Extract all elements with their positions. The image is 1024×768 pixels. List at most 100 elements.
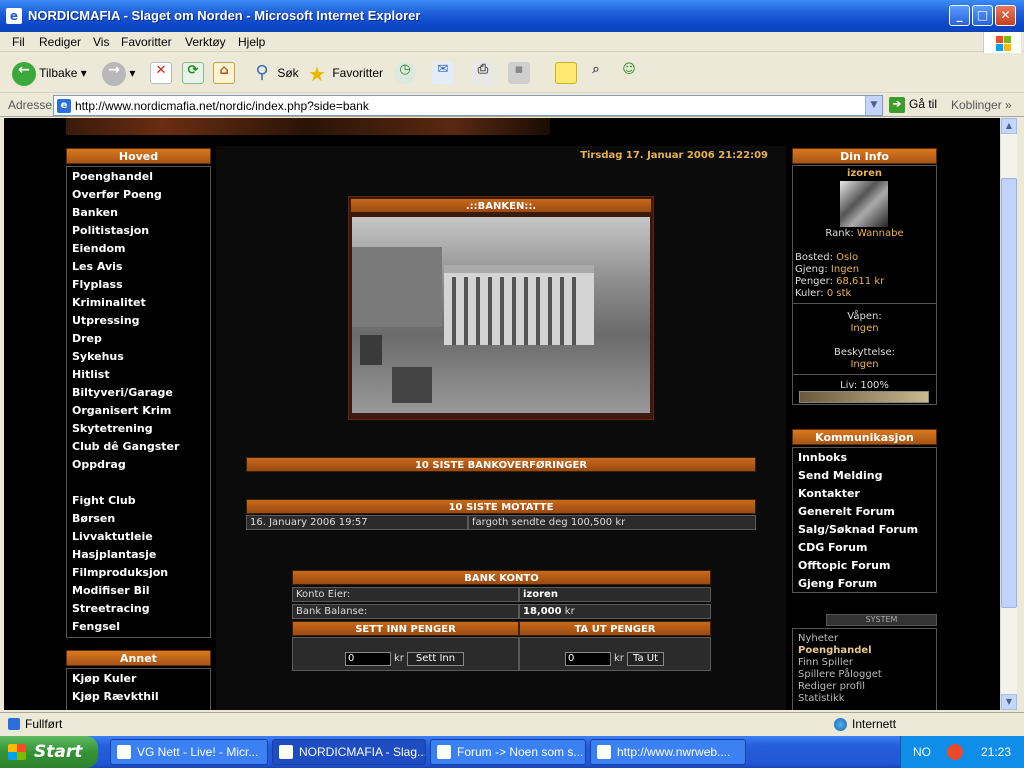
kuler-value: 0 stk	[826, 288, 852, 299]
task-nordicmafia[interactable]: NORDICMAFIA - Slag...	[272, 739, 426, 765]
nav-item-2[interactable]: Banken	[72, 206, 118, 219]
comm-item-7[interactable]: Gjeng Forum	[798, 577, 877, 590]
toolbar: ← Tilbake ▾ → ▾ ✕ ⟳ ⌂ ⚲ Søk ★ Favoritter…	[0, 53, 1024, 93]
nav-item-6[interactable]: Flyplass	[72, 278, 123, 291]
other-item-1[interactable]: Kjøp Rævkthil	[72, 690, 159, 703]
windows-flag-icon	[8, 744, 26, 760]
center-column: Tirsdag 17. Januar 2006 21:22:09 .::BANK…	[216, 146, 786, 710]
address-dropdown-icon[interactable]: ▼	[865, 96, 882, 115]
nav-item-b-0[interactable]: Fight Club	[72, 494, 136, 507]
close-button[interactable]: ✕	[995, 5, 1016, 26]
nav-item-b-4[interactable]: Filmproduksjon	[72, 566, 168, 579]
nav-item-13[interactable]: Organisert Krim	[72, 404, 171, 417]
system-item-3[interactable]: Spillere Pålogget	[798, 669, 882, 680]
nav-item-11[interactable]: Hitlist	[72, 368, 110, 381]
nav-item-0[interactable]: Poenghandel	[72, 170, 153, 183]
nav-item-14[interactable]: Skytetrening	[72, 422, 153, 435]
favorites-button[interactable]: ★ Favoritter	[305, 60, 383, 86]
notes-icon[interactable]	[555, 62, 577, 84]
globe-icon	[834, 718, 847, 731]
home-icon[interactable]: ⌂	[213, 62, 235, 84]
menu-vis[interactable]: Vis	[93, 35, 109, 49]
edit-icon[interactable]: ▪	[508, 62, 530, 84]
system-item-5[interactable]: Statistikk	[798, 693, 845, 704]
nav-item-10[interactable]: Sykehus	[72, 350, 124, 363]
system-item-0[interactable]: Nyheter	[798, 633, 838, 644]
system-item-2[interactable]: Finn Spiller	[798, 657, 853, 668]
start-button[interactable]: Start	[0, 736, 98, 768]
scroll-thumb[interactable]	[1001, 178, 1017, 608]
comm-item-3[interactable]: Generelt Forum	[798, 505, 895, 518]
comm-item-1[interactable]: Send Melding	[798, 469, 882, 482]
nav-item-12[interactable]: Biltyveri/Garage	[72, 386, 173, 399]
menu-verktoy[interactable]: Verktøy	[185, 35, 226, 49]
mail-icon[interactable]: ✉	[432, 62, 454, 84]
system-item-4[interactable]: Rediger profil	[798, 681, 865, 692]
other-item-0[interactable]: Kjøp Kuler	[72, 672, 136, 685]
deposit-button[interactable]: Sett Inn	[407, 652, 464, 666]
comm-item-4[interactable]: Salg/Søknad Forum	[798, 523, 918, 536]
withdraw-input[interactable]: 0	[565, 652, 611, 666]
nav-item-15[interactable]: Club dê Gangster	[72, 440, 179, 453]
messenger-icon[interactable]: ☺	[618, 62, 640, 84]
address-url[interactable]: http://www.nordicmafia.net/nordic/index.…	[75, 99, 369, 113]
task-forum[interactable]: Forum -> Noen som s...	[430, 739, 586, 765]
menu-favoritter[interactable]: Favoritter	[121, 35, 172, 49]
deposit-input[interactable]: 0	[345, 652, 391, 666]
menu-hjelp[interactable]: Hjelp	[238, 35, 265, 49]
menu-fil[interactable]: Fil	[12, 35, 25, 49]
print-icon[interactable]: ⎙	[472, 62, 494, 84]
stop-icon[interactable]: ✕	[150, 62, 172, 84]
withdraw-header: TA UT PENGER	[519, 621, 711, 636]
tray-app-icon[interactable]	[947, 744, 963, 760]
comm-item-0[interactable]: Innboks	[798, 451, 847, 464]
username[interactable]: izoren	[793, 168, 936, 179]
comm-item-2[interactable]: Kontakter	[798, 487, 860, 500]
refresh-icon[interactable]: ⟳	[182, 62, 204, 84]
nav-item-b-6[interactable]: Streetracing	[72, 602, 150, 615]
task-vg-nett[interactable]: VG Nett - Live! - Micr...	[110, 739, 268, 765]
star-icon: ★	[308, 61, 326, 86]
task-nwrweb[interactable]: http://www.nwrweb....	[590, 739, 746, 765]
nav-item-b-5[interactable]: Modifiser Bil	[72, 584, 150, 597]
system-item-1[interactable]: Poenghandel	[798, 645, 872, 656]
comm-item-5[interactable]: CDG Forum	[798, 541, 867, 554]
withdraw-kr: kr	[614, 653, 624, 664]
scroll-down-icon[interactable]: ▼	[1001, 694, 1017, 710]
links-button[interactable]: Koblinger »	[951, 98, 1012, 112]
nav-item-b-7[interactable]: Fengsel	[72, 620, 120, 633]
nav-item-b-2[interactable]: Livvaktutleie	[72, 530, 153, 543]
minimize-button[interactable]: _	[949, 5, 970, 26]
nav-item-16[interactable]: Oppdrag	[72, 458, 126, 471]
ie-task-icon	[437, 745, 451, 759]
nav-item-9[interactable]: Drep	[72, 332, 102, 345]
scroll-up-icon[interactable]: ▲	[1001, 118, 1017, 134]
address-label: Adresse	[8, 98, 53, 112]
nav-item-5[interactable]: Les Avis	[72, 260, 122, 273]
vertical-scrollbar[interactable]: ▲ ▼	[1000, 118, 1017, 710]
nav-item-4[interactable]: Eiendom	[72, 242, 125, 255]
maximize-button[interactable]: □	[972, 5, 993, 26]
title-bar: e NORDICMAFIA - Slaget om Norden - Micro…	[0, 0, 1024, 32]
vapen-value: Ingen	[850, 323, 879, 334]
forward-button[interactable]: → ▾	[102, 60, 135, 86]
gjeng-row: Gjeng: Ingen	[795, 264, 859, 275]
go-button[interactable]: ➔ Gå til	[889, 97, 937, 113]
withdraw-button[interactable]: Ta Ut	[627, 652, 664, 666]
vapen-label: Våpen:	[847, 311, 882, 322]
nav-item-3[interactable]: Politistasjon	[72, 224, 149, 237]
search-button[interactable]: ⚲ Søk	[250, 60, 298, 86]
nav-item-8[interactable]: Utpressing	[72, 314, 140, 327]
comm-item-6[interactable]: Offtopic Forum	[798, 559, 890, 572]
nav-item-b-3[interactable]: Hasjplantasje	[72, 548, 156, 561]
language-indicator[interactable]: NO	[913, 745, 931, 759]
nav-item-1[interactable]: Overfør Poeng	[72, 188, 162, 201]
nav-item-7[interactable]: Kriminalitet	[72, 296, 146, 309]
back-button[interactable]: ← Tilbake ▾	[12, 60, 87, 86]
nav-item-b-1[interactable]: Børsen	[72, 512, 115, 525]
bosted-value: Oslo	[836, 252, 859, 263]
research-icon[interactable]: ⌕	[585, 62, 607, 84]
menu-rediger[interactable]: Rediger	[39, 35, 81, 49]
history-icon[interactable]: ◷	[394, 62, 416, 84]
address-input[interactable]: e http://www.nordicmafia.net/nordic/inde…	[53, 95, 883, 116]
